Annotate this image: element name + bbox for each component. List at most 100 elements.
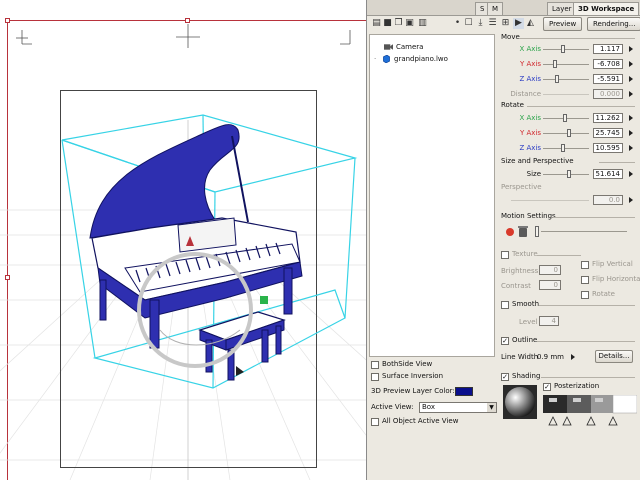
surface-inversion-checkbox[interactable]	[371, 373, 379, 381]
rotate-z-arrow-icon[interactable]	[629, 145, 633, 151]
trash-icon[interactable]	[518, 226, 528, 237]
tree-item-model[interactable]: · grandpiano.lwo	[374, 54, 448, 65]
move-x-slider[interactable]	[543, 49, 589, 50]
copy-icon[interactable]: ❐	[393, 18, 404, 29]
size-slider[interactable]	[543, 174, 589, 175]
active-view-select[interactable]: Box ▼	[419, 402, 497, 413]
camera-icon	[384, 44, 393, 50]
rotate-x-label: X Axis	[519, 114, 541, 122]
active-view-label: Active View:	[371, 403, 414, 411]
tree-item-camera[interactable]: Camera	[384, 42, 423, 53]
brightness-label: Brightness	[501, 267, 539, 275]
folder-icon[interactable]: ▤	[371, 18, 382, 29]
rotate-z-thumb[interactable]	[561, 144, 565, 152]
move-section-title: Move	[501, 33, 520, 41]
size-arrow-icon[interactable]	[629, 171, 633, 177]
distance-arrow-icon[interactable]	[629, 91, 633, 97]
level-label: Level	[519, 318, 538, 326]
texture-label: Texture	[512, 250, 538, 258]
rotate-texture-label: Rotate	[592, 290, 615, 298]
outline-checkbox[interactable]: ✓	[501, 337, 509, 345]
posterization-checkbox[interactable]: ✓	[543, 383, 551, 391]
rotate-x-arrow-icon[interactable]	[629, 115, 633, 121]
download-icon[interactable]: ⤓	[475, 18, 486, 29]
render-icon[interactable]: ◭	[525, 18, 536, 29]
rendering-button[interactable]: Rendering...	[587, 17, 640, 31]
distance-field: 0.000	[593, 89, 623, 99]
3d-workspace-panel: S M Layer 3D Workspace ▤ ■ ❐ ▣ ▥ • ☐ ⤓ ☰…	[366, 0, 640, 480]
preview-button[interactable]: Preview	[543, 17, 583, 31]
move-x-arrow-icon[interactable]	[629, 46, 633, 52]
tab-m[interactable]: M	[487, 2, 504, 15]
details-button[interactable]: Details...	[595, 350, 633, 363]
perspective-arrow-icon[interactable]	[629, 197, 633, 203]
size-thumb[interactable]	[567, 170, 571, 178]
move-y-field[interactable]: -6.708	[593, 59, 623, 69]
texture-checkbox[interactable]	[501, 251, 509, 259]
move-z-label: Z Axis	[519, 75, 541, 83]
grid-icon[interactable]: ⊞	[500, 18, 511, 29]
outline-label: Outline	[512, 336, 538, 344]
move-x-label: X Axis	[519, 45, 541, 53]
rotate-y-thumb[interactable]	[567, 129, 571, 137]
distance-slider	[543, 94, 589, 95]
all-object-active-view-label: All Object Active View	[382, 417, 459, 425]
delete-icon[interactable]: ▥	[417, 18, 428, 29]
rotate-z-field[interactable]: 10.595	[593, 143, 623, 153]
move-x-thumb[interactable]	[561, 45, 565, 53]
rotate-y-slider[interactable]	[543, 133, 589, 134]
tree-item-label: grandpiano.lwo	[394, 55, 448, 63]
motion-settings-title: Motion Settings	[501, 212, 556, 220]
move-z-field[interactable]: -5.591	[593, 74, 623, 84]
new-object-icon[interactable]: ☐	[463, 18, 474, 29]
flip-horizontal-label: Flip Horizontal	[592, 275, 640, 283]
motion-slider-thumb[interactable]	[535, 226, 539, 237]
rotate-y-arrow-icon[interactable]	[629, 130, 633, 136]
paste-icon[interactable]: ▣	[404, 18, 415, 29]
rotate-z-label: Z Axis	[519, 144, 541, 152]
rotate-z-slider[interactable]	[543, 148, 589, 149]
object-tree: Camera · grandpiano.lwo	[369, 34, 495, 357]
posterization-gradient-bar[interactable]	[543, 395, 637, 429]
dot-icon[interactable]: •	[452, 18, 463, 29]
move-z-slider[interactable]	[543, 79, 589, 80]
shading-checkbox[interactable]: ✓	[501, 373, 509, 381]
record-icon[interactable]	[505, 227, 515, 237]
rotate-texture-checkbox[interactable]	[581, 291, 589, 299]
move-z-thumb[interactable]	[555, 75, 559, 83]
all-object-active-view-checkbox[interactable]	[371, 418, 379, 426]
save-icon[interactable]: ■	[382, 18, 393, 29]
smooth-checkbox[interactable]	[501, 301, 509, 309]
flip-horizontal-checkbox[interactable]	[581, 276, 589, 284]
workspace-toolbar: ▤ ■ ❐ ▣ ▥ • ☐ ⤓ ☰ ⊞ ▶ ◭ Preview Renderin…	[367, 15, 640, 33]
move-x-field[interactable]: 1.117	[593, 44, 623, 54]
chevron-down-icon: ▼	[487, 403, 496, 412]
perspective-slider	[511, 200, 589, 201]
tree-item-label: Camera	[396, 43, 424, 51]
tab-3d-workspace[interactable]: 3D Workspace	[573, 2, 640, 15]
line-width-arrow-icon[interactable]	[571, 354, 575, 360]
motion-slider[interactable]	[541, 231, 627, 232]
move-y-thumb[interactable]	[553, 60, 557, 68]
camera-icon[interactable]: ▶	[513, 18, 524, 29]
list-icon[interactable]: ☰	[487, 18, 498, 29]
move-z-arrow-icon[interactable]	[629, 76, 633, 82]
rotate-x-field[interactable]: 11.262	[593, 113, 623, 123]
size-field[interactable]: 51.614	[593, 169, 623, 179]
smooth-label: Smooth	[512, 300, 540, 308]
brightness-field: 0	[539, 265, 561, 275]
shading-sphere-preview[interactable]	[503, 385, 537, 419]
flip-vertical-label: Flip Vertical	[592, 260, 633, 268]
contrast-field: 0	[539, 280, 561, 290]
move-y-slider[interactable]	[543, 64, 589, 65]
contrast-label: Contrast	[501, 282, 531, 290]
rotate-y-field[interactable]: 25.745	[593, 128, 623, 138]
layer-color-swatch[interactable]	[455, 387, 473, 396]
rotate-y-label: Y Axis	[519, 129, 541, 137]
rotate-x-thumb[interactable]	[563, 114, 567, 122]
canvas-viewport[interactable]	[0, 0, 366, 480]
bothside-view-checkbox[interactable]	[371, 361, 379, 369]
flip-vertical-checkbox[interactable]	[581, 261, 589, 269]
move-y-arrow-icon[interactable]	[629, 61, 633, 67]
piano-model[interactable]	[0, 0, 366, 480]
